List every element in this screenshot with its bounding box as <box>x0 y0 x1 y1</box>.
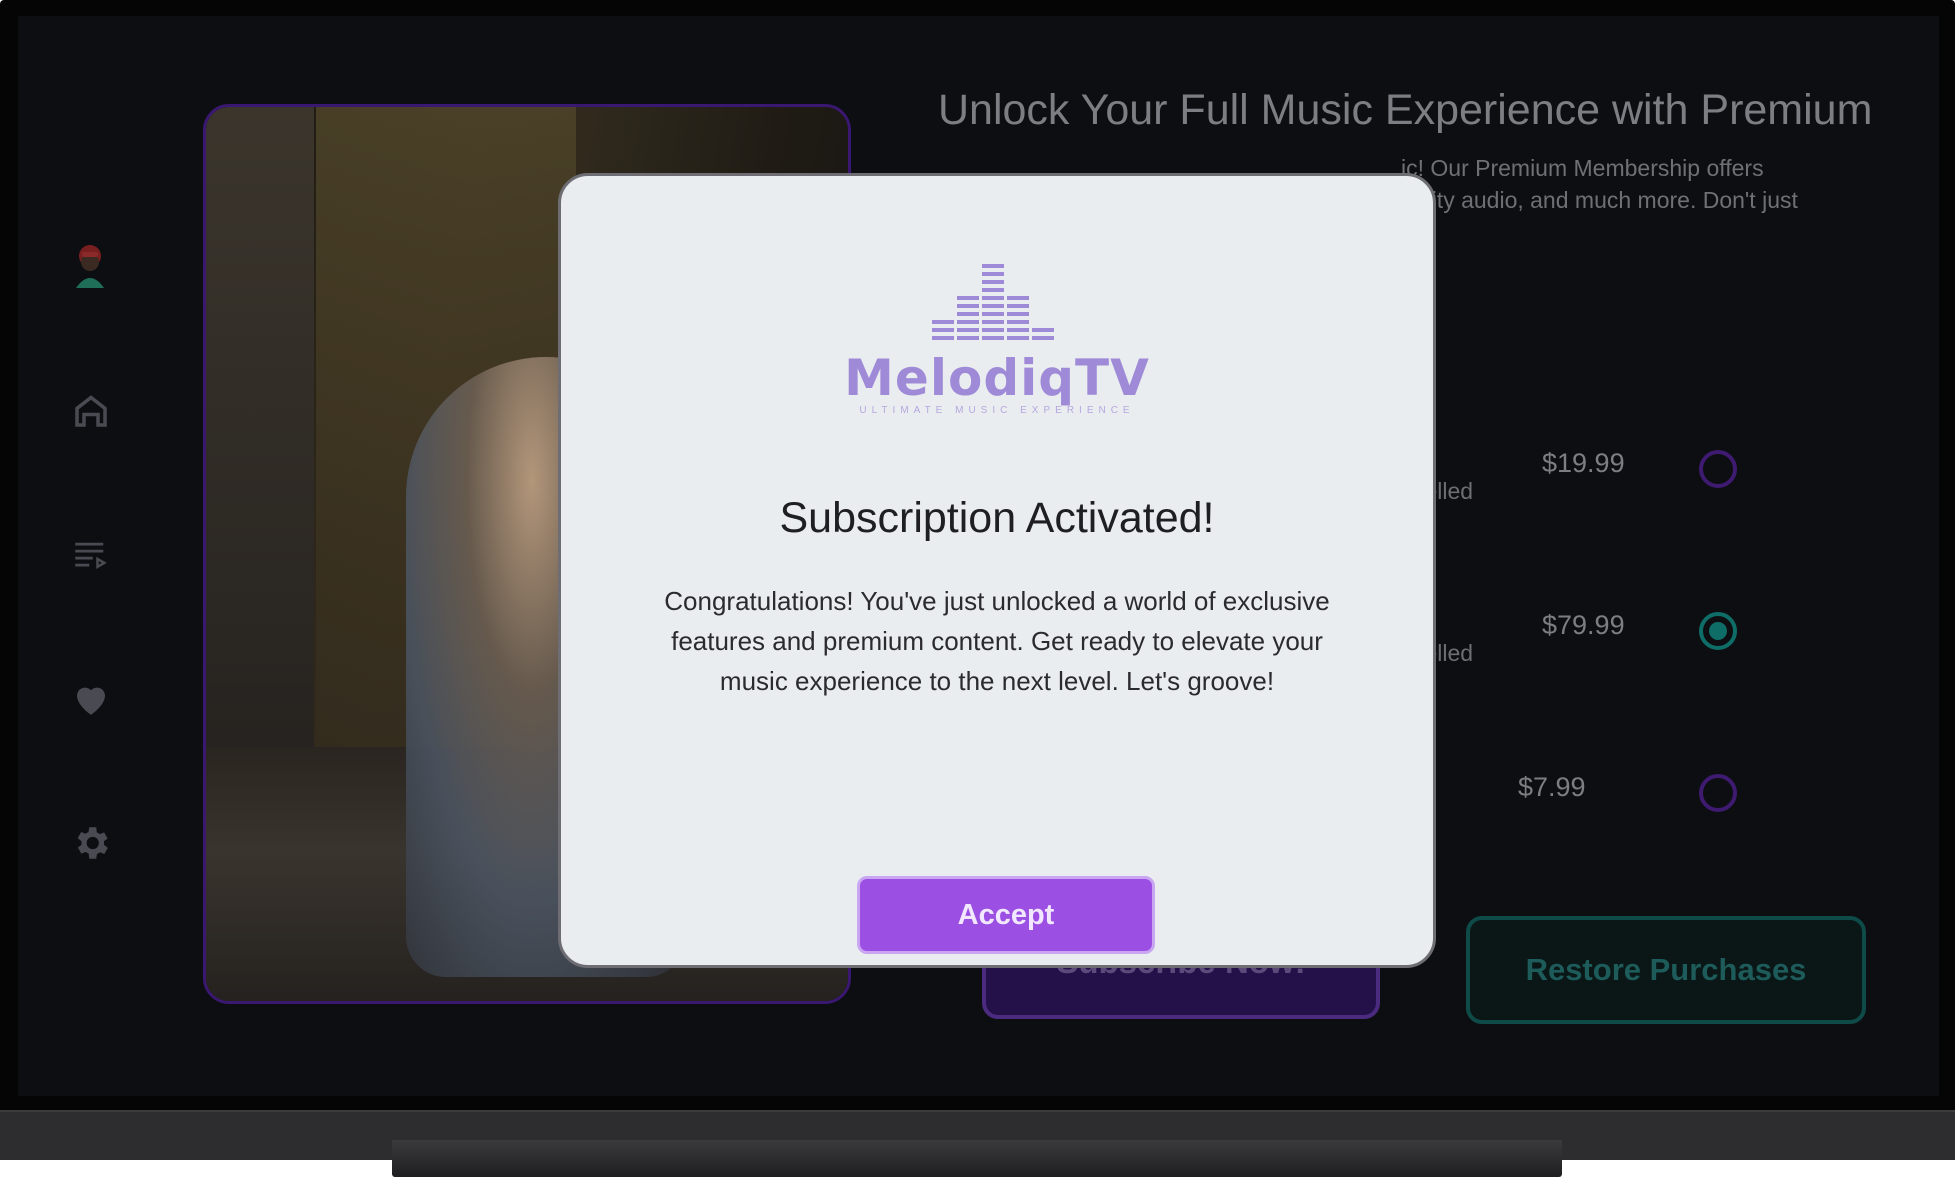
dialog-message: Congratulations! You've just unlocked a … <box>664 586 1330 696</box>
logo-wordmark: MelodiqTV <box>844 349 1150 407</box>
sidebar-item-playlist[interactable] <box>68 532 114 578</box>
app-logo: MelodiqTV ULTIMATE MUSIC EXPERIENCE <box>561 262 1433 416</box>
plan-radio[interactable] <box>1699 774 1737 812</box>
subscription-dialog: MelodiqTV ULTIMATE MUSIC EXPERIENCE Subs… <box>558 173 1436 968</box>
avatar-icon <box>76 245 104 288</box>
playlist-icon <box>75 542 107 569</box>
plan-price: $7.99 <box>1518 772 1586 802</box>
sidebar-item-home[interactable] <box>68 388 114 434</box>
plan-price: $79.99 <box>1542 610 1625 640</box>
dialog-title: Subscription Activated! <box>779 494 1215 542</box>
tv-stand <box>392 1140 1562 1177</box>
sidebar-item-settings[interactable] <box>68 820 114 866</box>
gear-icon <box>77 827 108 859</box>
plan-price: $19.99 <box>1542 448 1625 478</box>
avatar[interactable] <box>70 242 110 290</box>
page-title: Unlock Your Full Music Experience with P… <box>938 86 1873 134</box>
sidebar-item-favorites[interactable] <box>68 676 114 722</box>
accept-button[interactable]: Accept <box>857 876 1155 954</box>
equalizer-logo-icon <box>932 264 1054 340</box>
logo-tagline: ULTIMATE MUSIC EXPERIENCE <box>859 405 1135 416</box>
restore-purchases-button[interactable]: Restore Purchases <box>1466 916 1866 1024</box>
plan-radio-selected[interactable] <box>1699 612 1737 650</box>
plan-radio[interactable] <box>1699 450 1737 488</box>
heart-icon <box>77 687 105 715</box>
sidebar <box>18 16 168 1096</box>
tv-frame: Unlock Your Full Music Experience with P… <box>0 0 1955 1177</box>
app-screen: Unlock Your Full Music Experience with P… <box>18 16 1939 1096</box>
home-icon <box>75 395 107 427</box>
